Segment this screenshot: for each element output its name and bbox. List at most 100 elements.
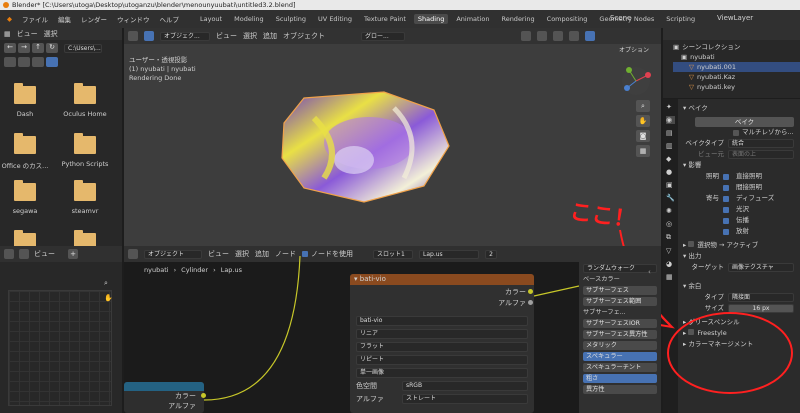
influence-header[interactable]: ▾ 影響	[683, 160, 794, 171]
checkbox-icon[interactable]	[723, 217, 729, 224]
alpha-dropdown[interactable]: ストレート	[402, 394, 528, 404]
pan-hand-icon[interactable]: ✋	[636, 115, 650, 127]
shading-mode-icon[interactable]	[585, 31, 595, 41]
output-socket[interactable]	[528, 300, 533, 305]
bsdf-input[interactable]: サブサーフェ...	[583, 308, 657, 317]
checkbox-icon[interactable]	[723, 184, 729, 191]
image-canvas-grid[interactable]	[8, 290, 112, 406]
zoom-icon[interactable]: ⌕	[104, 279, 108, 288]
bake-section-header[interactable]: ▾ ベイク	[683, 103, 794, 114]
folder-item[interactable]: segawa	[0, 180, 50, 215]
view-layer-selector[interactable]: ViewLayer	[717, 14, 753, 22]
editor-type-icon[interactable]	[4, 249, 14, 259]
options-button[interactable]: オプション	[619, 45, 649, 54]
tab-rendering[interactable]: Rendering	[497, 14, 538, 24]
subsurface-method-dropdown[interactable]: ランダムウォーク	[583, 264, 657, 273]
folder-item[interactable]: Python Scripts	[60, 133, 110, 168]
bsdf-input[interactable]: ベースカラー	[583, 275, 657, 284]
refresh-icon[interactable]: ↻	[46, 43, 58, 53]
filter-icon[interactable]	[46, 57, 58, 67]
image-texture-node[interactable]: ▾ bati-vio カラー アルファ bati-vio リニア フラット リピ…	[350, 274, 534, 413]
checkbox-icon[interactable]	[723, 195, 729, 202]
vp-menu-view[interactable]: ビュー	[216, 31, 237, 41]
gizmo-icon[interactable]	[537, 31, 547, 41]
output-socket[interactable]	[528, 289, 533, 294]
bake-button[interactable]: ベイク	[695, 117, 794, 127]
principled-bsdf-node[interactable]: ランダムウォーク ベースカラー サブサーフェス サブサーフェス範囲 サブサーフェ…	[579, 262, 661, 413]
tab-modeling[interactable]: Modeling	[230, 14, 268, 24]
new-image-icon[interactable]: +	[68, 249, 78, 259]
bsdf-input[interactable]: 粗さ	[583, 374, 657, 383]
folder-item[interactable]: Dash	[0, 83, 50, 118]
tab-texture-paint[interactable]: Texture Paint	[360, 14, 410, 24]
vp-menu-select[interactable]: 選択	[243, 31, 257, 41]
bsdf-input[interactable]: スペキュラーチント	[583, 363, 657, 372]
menu-window[interactable]: ウィンドウ	[114, 14, 153, 24]
output-tab-icon[interactable]: ▤	[666, 129, 675, 137]
render-tab-icon[interactable]: ◉	[666, 116, 675, 124]
menu-file[interactable]: ファイル	[19, 14, 51, 24]
bsdf-input[interactable]: サブサーフェスIOR	[583, 319, 657, 328]
tab-sculpting[interactable]: Sculpting	[272, 14, 310, 24]
navigation-gizmo[interactable]	[621, 66, 651, 96]
menu-help[interactable]: ヘルプ	[157, 14, 183, 24]
outliner-row[interactable]: ▣ シーンコレクション	[673, 42, 800, 52]
tab-compositing[interactable]: Compositing	[543, 14, 592, 24]
bsdf-input[interactable]: スペキュラー	[583, 352, 657, 361]
modifier-tab-icon[interactable]: 🔧	[666, 194, 675, 202]
select-box-icon[interactable]	[144, 31, 154, 41]
projection-dropdown[interactable]: フラット	[356, 342, 528, 352]
shader-node-editor[interactable]: オブジェクト ビュー 選択 追加 ノード ノードを使用 スロット1 Lap.us…	[124, 246, 661, 413]
object-tab-icon[interactable]: ▣	[666, 181, 675, 189]
folder-item[interactable]: Oculus Home	[60, 83, 110, 118]
zoom-icon[interactable]: ⌕	[636, 100, 650, 112]
ie-menu-view[interactable]: ビュー	[34, 249, 55, 259]
output-socket[interactable]	[201, 393, 206, 398]
multires-checkbox[interactable]: マルチレゾから...	[683, 127, 794, 138]
checkbox-icon[interactable]	[723, 173, 729, 180]
menu-render[interactable]: レンダー	[78, 14, 110, 24]
bsdf-input[interactable]: サブサーフェス範囲	[583, 297, 657, 306]
scene-selector[interactable]: Scene	[610, 14, 631, 22]
menu-edit[interactable]: 編集	[55, 14, 74, 24]
view-layer-tab-icon[interactable]: ▥	[666, 142, 675, 150]
left-node[interactable]: カラー アルファ	[124, 382, 206, 413]
transform-orientation-dropdown[interactable]: グロー...	[361, 31, 405, 41]
directory-path-field[interactable]: C:\Users\...	[64, 43, 102, 53]
view-mode-icon[interactable]	[19, 249, 29, 259]
bowl-mesh-object[interactable]	[274, 88, 464, 208]
tool-tab-icon[interactable]: ✦	[666, 103, 675, 111]
display-mode-icon[interactable]	[4, 57, 16, 67]
particles-tab-icon[interactable]: ✺	[666, 207, 675, 215]
outliner-row[interactable]: ▽ nyubati.key	[673, 82, 800, 92]
folder-item[interactable]: Office のカス...	[0, 133, 50, 170]
grid-icon[interactable]: ▦	[636, 145, 650, 157]
outliner-row[interactable]: ▽ nyubati.001	[673, 62, 800, 72]
tab-uv-editing[interactable]: UV Editing	[314, 14, 356, 24]
tab-shading[interactable]: Shading	[413, 14, 449, 24]
colorspace-dropdown[interactable]: sRGB	[402, 381, 528, 391]
folder-item[interactable]: steamvr	[60, 180, 110, 215]
xray-icon[interactable]	[569, 31, 579, 41]
pan-hand-icon[interactable]: ✋	[104, 294, 113, 302]
editor-type-icon[interactable]	[128, 31, 138, 41]
node-header[interactable]: ▾ bati-vio	[350, 274, 534, 285]
visibility-icon[interactable]	[521, 31, 531, 41]
source-dropdown[interactable]: 単一画像	[356, 368, 528, 378]
fb-menu-select[interactable]: 選択	[44, 29, 58, 39]
bake-type-dropdown[interactable]: 統合	[728, 139, 794, 148]
extension-dropdown[interactable]: リピート	[356, 355, 528, 365]
camera-icon[interactable]: ◙	[636, 130, 650, 142]
thumbnail-icon[interactable]	[18, 57, 30, 67]
fb-menu-view[interactable]: ビュー	[17, 29, 38, 39]
world-tab-icon[interactable]: ●	[666, 168, 675, 176]
vp-menu-add[interactable]: 追加	[263, 31, 277, 41]
forward-arrow-icon[interactable]: →	[18, 43, 30, 53]
image-datablock-field[interactable]: bati-vio	[356, 316, 528, 326]
bsdf-input[interactable]: 異方性	[583, 385, 657, 394]
tab-layout[interactable]: Layout	[196, 14, 226, 24]
bsdf-input[interactable]: サブサーフェス異方性	[583, 330, 657, 339]
bsdf-input[interactable]: サブサーフェス	[583, 286, 657, 295]
checkbox-icon[interactable]	[723, 206, 729, 213]
vp-menu-object[interactable]: オブジェクト	[283, 31, 325, 41]
